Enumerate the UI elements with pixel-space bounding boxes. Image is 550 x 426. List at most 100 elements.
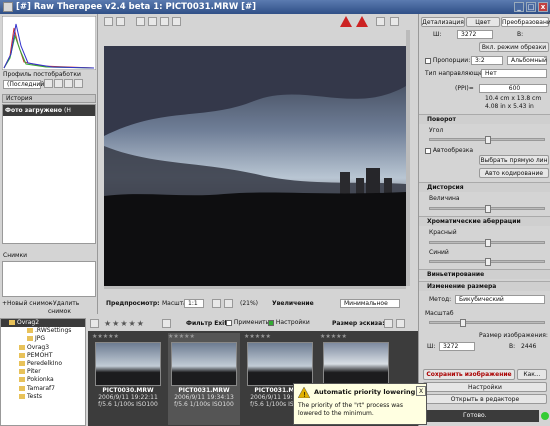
zoom-out-icon[interactable] (224, 299, 233, 308)
folder-item[interactable]: Ovrag2 (1, 319, 85, 328)
folder-tree[interactable]: Ovrag2 .RWSettings JPG Ovrag3 РЕМОНТ Peredelk… (0, 318, 86, 426)
folder-item[interactable]: PeredelkIno (1, 360, 85, 368)
thumbnail-card[interactable]: ★★★★★ PICT0030.MRW 2006/9/11 19:22:11 f/5.6… (92, 333, 164, 425)
distortion-slider[interactable] (429, 205, 545, 213)
folder-item[interactable]: Ovrag3 (1, 344, 85, 352)
h-scrollbar[interactable] (104, 286, 406, 289)
history-item[interactable]: Фото загружено (Н записанный) (3, 105, 95, 125)
profile-select[interactable]: (Последний (3, 80, 44, 89)
folder-item[interactable]: .RWSettings (1, 327, 85, 335)
tab-details[interactable]: Детализация (421, 17, 465, 27)
close-icon[interactable]: x (538, 2, 548, 12)
folder-item[interactable]: Piter (1, 368, 85, 376)
minimize-icon[interactable]: _ (514, 2, 524, 12)
scale-select[interactable]: 1:1 (184, 299, 204, 308)
folder-label: Ovrag3 (27, 343, 50, 351)
crop-mode-button[interactable]: Вкл. режим обрезки (479, 42, 549, 52)
crop-w-input[interactable]: 3272 (457, 30, 493, 39)
trash-icon[interactable] (162, 319, 171, 328)
blue-slider[interactable] (429, 258, 545, 266)
tab-transform[interactable]: Преобразования (501, 17, 550, 27)
red-slider[interactable] (429, 239, 545, 247)
history-list[interactable]: Фото загружено (Н записанный) (2, 104, 96, 244)
maximize-icon[interactable]: □ (526, 2, 536, 12)
scale-knob[interactable] (460, 319, 466, 327)
thumb-rating-icon[interactable]: ★★★★★ (244, 333, 316, 341)
zoom-value: (21%) (240, 300, 259, 307)
folder-open-icon[interactable] (44, 79, 53, 88)
ratio-select[interactable]: 3:2 (471, 56, 503, 65)
distortion-section[interactable]: Дисторсия (419, 182, 550, 192)
preview-image[interactable] (104, 46, 406, 286)
red-knob[interactable] (485, 239, 491, 247)
open-editor-button[interactable]: Открыть в редакторе (423, 394, 547, 404)
angle-knob[interactable] (485, 136, 491, 144)
zoom-minus-icon[interactable] (384, 319, 393, 328)
copy-icon[interactable] (64, 79, 73, 88)
quality-select[interactable]: Минимальное (340, 299, 400, 308)
thumb-rating-icon[interactable]: ★★★★★ (92, 333, 164, 341)
zoom-plus-icon[interactable] (396, 319, 405, 328)
scale-slider[interactable] (429, 319, 545, 327)
autofill-button[interactable]: Авто кодирование (479, 168, 549, 178)
folder-item[interactable]: Tests (1, 393, 85, 401)
thumb-info: f/5.6 1/100s ISO100 (174, 401, 234, 408)
crop-icon[interactable] (172, 17, 181, 26)
folder-icon (19, 352, 25, 358)
ratio-checkbox[interactable] (425, 57, 431, 64)
straighten-icon[interactable] (160, 17, 169, 26)
redo-icon[interactable] (116, 17, 125, 26)
ppi-input[interactable]: 600 (479, 84, 547, 93)
folder-item[interactable]: Pokionka (1, 376, 85, 384)
paste-icon[interactable] (74, 79, 83, 88)
rotation-section[interactable]: Поворот (419, 114, 550, 124)
thumbnail-card[interactable]: ★★★★★ PICT0031.MRW 2006/9/11 19:34:13 f/5.6… (168, 333, 240, 425)
snapshots-list[interactable] (2, 261, 96, 297)
exif-settings-button[interactable]: Настройки (268, 319, 310, 326)
out-w-label: Ш: (427, 343, 436, 350)
vignette-section[interactable]: Виньетирование (419, 269, 550, 279)
guide-select[interactable]: Нет (481, 69, 547, 78)
angle-slider[interactable] (429, 136, 545, 144)
window-title: [#] Raw Therapee v2.4 beta 1: PICT0031.M… (16, 2, 257, 12)
ca-section[interactable]: Хроматические аберрации (419, 216, 550, 226)
v-scrollbar[interactable] (406, 30, 410, 286)
hand-icon[interactable] (136, 17, 145, 26)
new-snapshot-button[interactable]: +Новый снимок (2, 300, 52, 308)
thumb-date: 2006/9/11 19:34:13 (174, 394, 234, 401)
title-bar: [#] Raw Therapee v2.4 beta 1: PICT0031.M… (0, 0, 550, 14)
star-filter-icon[interactable]: ★★★★★ (104, 319, 145, 328)
warning-shadow-icon (356, 16, 368, 27)
folder-icon[interactable] (90, 319, 99, 328)
folder-item[interactable]: JPG (1, 335, 85, 343)
save-as-button[interactable]: Как... (517, 369, 547, 380)
save-image-button[interactable]: Сохранить изображение (423, 369, 515, 380)
thumb-rating-icon[interactable]: ★★★★★ (320, 333, 392, 341)
fullscreen-icon[interactable] (390, 17, 399, 26)
autocrop-checkbox[interactable] (425, 147, 431, 154)
straight-line-button[interactable]: Выбрать прямую лин (479, 155, 549, 165)
ppi-label: (PPI)= (455, 85, 474, 92)
notification-close-icon[interactable]: X (416, 386, 426, 396)
folder-label: PeredelkIno (27, 359, 63, 367)
out-w-input[interactable]: 3272 (439, 342, 475, 351)
undo-icon[interactable] (104, 17, 113, 26)
zoom-fit-icon[interactable] (376, 17, 385, 26)
resize-section[interactable]: Изменение размера (419, 281, 550, 291)
tab-color[interactable]: Цвет (466, 17, 500, 27)
distortion-knob[interactable] (485, 205, 491, 213)
method-select[interactable]: Бикубический (455, 295, 545, 304)
delete-snapshot-button[interactable]: −Удалить снимок (48, 300, 97, 316)
settings-button[interactable]: Настройки (423, 382, 547, 392)
apply-checkbox[interactable] (226, 319, 232, 326)
folder-item[interactable]: РЕМОНТ (1, 352, 85, 360)
scale-label-right: Масштаб (425, 310, 454, 317)
thumb-rating-icon[interactable]: ★★★★★ (168, 333, 240, 341)
white-balance-icon[interactable] (148, 17, 157, 26)
folder-item[interactable]: Tamaraf7 (1, 385, 85, 393)
zoom-in-icon[interactable] (212, 299, 221, 308)
save-icon[interactable] (54, 79, 63, 88)
orientation-select[interactable]: Альбомный (507, 56, 547, 65)
filter-exif-label: Фильтр Exif: (186, 320, 230, 327)
blue-knob[interactable] (485, 258, 491, 266)
